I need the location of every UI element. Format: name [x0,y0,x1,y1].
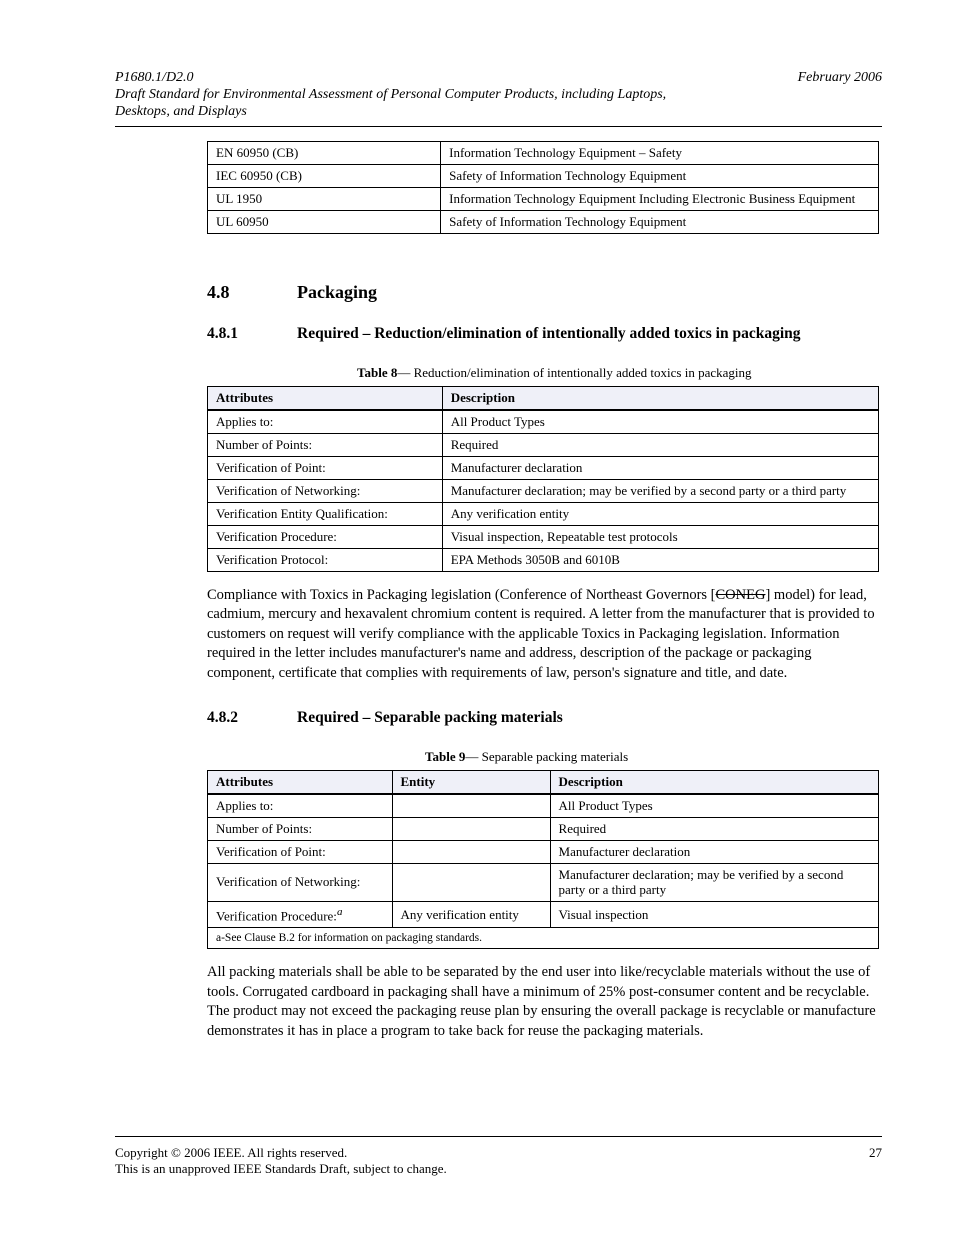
table-cell: Any verification entity [442,502,878,525]
running-header: P1680.1/D2.0 Draft Standard for Environm… [115,70,882,120]
table-9: Attributes Entity Description Applies to… [207,770,879,949]
table-row: Number of Points: Required [208,818,879,841]
table-row: UL 60950Safety of Information Technology… [208,211,879,234]
table-cell [392,795,550,818]
para-4-8-2: All packing materials shall be able to b… [207,963,882,1041]
table-8-caption-title: — Reduction/elimination of intentionally… [397,365,751,380]
table-8-caption-num: Table 8 [357,365,397,380]
table-cell: Visual inspection [550,901,878,927]
table-cell: Verification Protocol: [208,548,443,571]
table-9-head-entity: Entity [392,771,550,794]
section-4-8: 4.8 Packaging [207,282,882,303]
table-row: Number of Points:Required [208,433,879,456]
table-cell: Verification Procedure: [208,525,443,548]
table-cell: Required [442,433,878,456]
table-cell: Applies to: [208,410,443,433]
section-4-8-2-num: 4.8.2 [207,709,269,727]
table-cell: Manufacturer declaration [442,456,878,479]
table-cell [392,863,550,901]
table-row: Verification Procedure:aAny verification… [208,901,879,927]
table-row: Verification of Networking: Manufacturer … [208,863,879,901]
table-9-footnote: a‑See Clause B.2 for information on pack… [208,928,879,949]
table-cell: Visual inspection, Repeatable test proto… [442,525,878,548]
table-cell: UL 60950 [208,211,441,234]
footer-disclaimer: This is an unapproved IEEE Standards Dra… [115,1161,447,1177]
table-9-caption: Table 9— Separable packing materials [425,749,882,766]
table-cell: All Product Types [442,410,878,433]
table-cell: Manufacturer declaration [550,841,878,864]
footer-rule [115,1136,882,1137]
table-cell: Manufacturer declaration; may be verifie… [550,863,878,901]
table-row: Applies to: All Product Types [208,795,879,818]
table-cell: Verification of Networking: [208,863,393,901]
table-9-head-attr: Attributes [208,771,393,794]
header-right: February 2006 [798,70,882,120]
section-4-8-2-title: Required – Separable packing materials [297,709,563,727]
table-row: Applies to:All Product Types [208,410,879,433]
footer-copyright: Copyright © 2006 IEEE. All rights reserv… [115,1145,447,1161]
section-4-8-1: 4.8.1 Required – Reduction/elimination o… [207,325,882,343]
table-9-head-desc: Description [550,771,878,794]
table-row: Verification of Networking:Manufacturer … [208,479,879,502]
table-7-tail: EN 60950 (CB)Information Technology Equi… [207,141,879,234]
section-4-8-1-num: 4.8.1 [207,325,269,343]
table-row: UL 1950Information Technology Equipment … [208,188,879,211]
header-rule [115,126,882,127]
table-cell: UL 1950 [208,188,441,211]
table-cell: All Product Types [550,795,878,818]
table-cell [392,841,550,864]
table-cell: EPA Methods 3050B and 6010B [442,548,878,571]
table-8-head-desc: Description [442,387,878,410]
table-8-head-attr: Attributes [208,387,443,410]
section-4-8-1-title: Required – Reduction/elimination of inte… [297,325,801,343]
table-cell: EN 60950 (CB) [208,142,441,165]
table-8: Attributes Description Applies to:All Pr… [207,386,879,572]
section-4-8-num: 4.8 [207,282,267,303]
table-row: Verification of Point: Manufacturer decla… [208,841,879,864]
header-left-line1: P1680.1/D2.0 [115,70,675,87]
table-cell: Applies to: [208,795,393,818]
table-cell: Manufacturer declaration; may be verifie… [442,479,878,502]
header-left-line2: Draft Standard for Environmental Assessm… [115,87,675,121]
table-9-caption-num: Table 9 [425,749,465,764]
table-cell: Number of Points: [208,818,393,841]
page-number: 27 [869,1145,882,1161]
table-cell: Verification of Point: [208,456,443,479]
table-row: Verification Entity Qualification:Any ve… [208,502,879,525]
table-cell: Verification Entity Qualification: [208,502,443,525]
table-cell: Safety of Information Technology Equipme… [441,165,879,188]
table-cell: Verification of Point: [208,841,393,864]
table-row: IEC 60950 (CB)Safety of Information Tech… [208,165,879,188]
para-4-8-1: Compliance with Toxics in Packaging legi… [207,586,882,684]
table-row: Verification Protocol:EPA Methods 3050B … [208,548,879,571]
table-row: Verification Procedure:Visual inspection… [208,525,879,548]
table-cell: Information Technology Equipment – Safet… [441,142,879,165]
table-cell: Number of Points: [208,433,443,456]
table-cell: Information Technology Equipment Includi… [441,188,879,211]
table-row: Verification of Point:Manufacturer decla… [208,456,879,479]
table-8-caption: Table 8— Reduction/elimination of intent… [357,365,882,382]
table-cell: IEC 60950 (CB) [208,165,441,188]
table-row: EN 60950 (CB)Information Technology Equi… [208,142,879,165]
section-4-8-2: 4.8.2 Required – Separable packing mater… [207,709,882,727]
section-4-8-title: Packaging [297,282,377,303]
table-cell: Verification Procedure:a [208,901,393,927]
table-cell [392,818,550,841]
page-footer: Copyright © 2006 IEEE. All rights reserv… [115,1136,882,1178]
table-cell: Any verification entity [392,901,550,927]
table-cell: Required [550,818,878,841]
table-9-caption-title: — Separable packing materials [465,749,628,764]
table-cell: Safety of Information Technology Equipme… [441,211,879,234]
table-cell: Verification of Networking: [208,479,443,502]
